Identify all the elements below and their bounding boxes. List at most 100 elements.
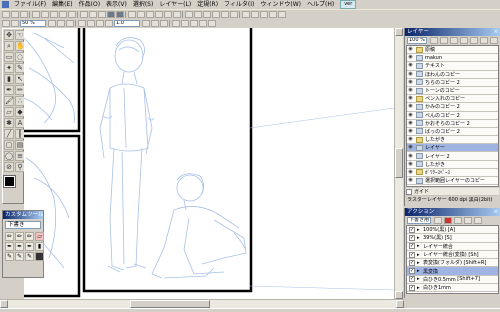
guide-icon[interactable] bbox=[164, 11, 172, 18]
app-icon[interactable] bbox=[2, 1, 9, 8]
antialias-icon[interactable] bbox=[48, 20, 56, 27]
window-action-icon[interactable] bbox=[260, 11, 268, 18]
version-badge[interactable]: ver bbox=[340, 0, 357, 9]
tone-icon[interactable] bbox=[107, 11, 115, 18]
perspective-icon[interactable] bbox=[87, 20, 95, 27]
custom-pencil-icon[interactable]: ✏ bbox=[25, 232, 34, 241]
layer-delete-icon[interactable] bbox=[137, 11, 145, 18]
pattern-brush-icon[interactable]: ✱ bbox=[4, 118, 14, 128]
layer-opacity-select[interactable]: 100 % bbox=[407, 37, 427, 44]
guide-checkbox[interactable] bbox=[406, 188, 412, 195]
stop-icon[interactable] bbox=[434, 217, 442, 224]
action-set-select[interactable]: 下書き用 bbox=[407, 217, 431, 224]
guide-row[interactable]: ガイド bbox=[406, 188, 499, 197]
color-black-icon[interactable] bbox=[142, 20, 150, 27]
visibility-eye-icon[interactable]: ◉ bbox=[407, 46, 414, 53]
undo-icon[interactable] bbox=[32, 11, 40, 18]
eraser-option-icon[interactable] bbox=[199, 20, 207, 27]
duplicate-layer-icon[interactable] bbox=[450, 37, 458, 44]
layer-row[interactable]: ◉ ペン入れのコピー bbox=[407, 95, 498, 104]
custom-eraser-icon[interactable]: ▱ bbox=[35, 232, 44, 241]
window-navigator-icon[interactable] bbox=[269, 11, 277, 18]
color-white-icon[interactable] bbox=[151, 20, 159, 27]
visibility-eye-icon[interactable]: ◉ bbox=[407, 161, 414, 168]
delete-action-icon[interactable] bbox=[474, 217, 482, 224]
layer-row-active[interactable]: ◉ レイヤー bbox=[407, 144, 498, 153]
frame-tool-icon[interactable]: ▢ bbox=[4, 140, 14, 150]
line-tool-icon[interactable]: ╱ bbox=[4, 129, 14, 139]
flip-icon[interactable] bbox=[221, 11, 229, 18]
grid-icon[interactable] bbox=[146, 11, 154, 18]
action-row-active[interactable]: ✓ ▸ 黒変換 bbox=[407, 267, 498, 276]
scroll-left-button[interactable] bbox=[0, 300, 8, 308]
fill-icon[interactable] bbox=[116, 11, 124, 18]
layer-new-icon[interactable] bbox=[128, 11, 136, 18]
eraser-icon[interactable]: ▱ bbox=[4, 107, 14, 117]
layer-row[interactable]: ◉ トーンのコピー bbox=[407, 86, 498, 96]
custom-tools-title[interactable]: カスタムツール bbox=[3, 211, 43, 219]
action-row[interactable]: ✓ ▸ レイヤー統合 bbox=[407, 242, 498, 251]
ruler-icon[interactable] bbox=[155, 11, 163, 18]
action-checkbox[interactable]: ✓ bbox=[409, 226, 415, 233]
hand-icon[interactable] bbox=[230, 11, 238, 18]
action-checkbox[interactable]: ✓ bbox=[409, 251, 415, 258]
custom-tools-set-select[interactable]: 下書き bbox=[5, 221, 41, 229]
custom-marker-icon[interactable]: ▮ bbox=[35, 242, 44, 251]
visibility-eye-icon[interactable]: ◉ bbox=[407, 79, 414, 86]
custom-pen-icon[interactable]: ✒ bbox=[5, 242, 14, 251]
layer-row[interactable]: ◉ テキスト bbox=[407, 62, 498, 71]
brush-size-select[interactable]: 1.0 bbox=[114, 20, 140, 27]
action-checkbox[interactable]: ✓ bbox=[409, 284, 415, 291]
new-action-icon[interactable] bbox=[464, 217, 472, 224]
visibility-eye-icon[interactable]: ◉ bbox=[407, 112, 414, 119]
layer-row[interactable]: ◉ ちらのコピー 2 bbox=[407, 78, 498, 87]
main-color-swatch[interactable] bbox=[3, 175, 16, 188]
manga-page-canvas[interactable] bbox=[24, 28, 394, 299]
invert-selection-icon[interactable] bbox=[98, 11, 106, 18]
cut-icon[interactable] bbox=[50, 11, 58, 18]
lock-icon[interactable] bbox=[470, 37, 478, 44]
scroll-up-button[interactable] bbox=[395, 28, 403, 36]
visibility-eye-icon[interactable]: ◉ bbox=[407, 120, 414, 127]
snap-option-icon[interactable] bbox=[105, 20, 113, 27]
layer-row[interactable]: ◉ ほわんのコピー bbox=[407, 70, 498, 79]
layer-row[interactable]: ◉ したがき bbox=[407, 136, 498, 145]
canvas-horizontal-scrollbar[interactable] bbox=[0, 299, 404, 308]
new-folder-icon[interactable] bbox=[440, 37, 448, 44]
zoom-out-icon[interactable] bbox=[194, 11, 202, 18]
marker-icon[interactable]: ▮ bbox=[4, 74, 14, 84]
layer-row[interactable]: ◉ ぺんのコピー 2 bbox=[407, 111, 498, 120]
action-panel-titlebar[interactable]: アクション × bbox=[405, 208, 500, 216]
mask-icon[interactable] bbox=[480, 37, 488, 44]
action-checkbox[interactable]: ✓ bbox=[409, 268, 415, 275]
color-swatches[interactable] bbox=[3, 175, 22, 191]
pen-tool-icon[interactable]: ✒ bbox=[4, 85, 14, 95]
action-row[interactable]: ✓ ▸ 100%(黒) [A] bbox=[407, 226, 498, 235]
custom-pen-icon[interactable]: ✒ bbox=[25, 242, 34, 251]
blend-icon[interactable] bbox=[208, 20, 216, 27]
action-checkbox[interactable]: ✓ bbox=[409, 276, 415, 283]
copy-icon[interactable] bbox=[59, 11, 67, 18]
custom-pen-icon[interactable]: ✒ bbox=[15, 242, 24, 251]
layer-row[interactable]: ◉ makun bbox=[407, 54, 498, 63]
visibility-eye-icon[interactable]: ◉ bbox=[407, 144, 414, 151]
layer-row[interactable]: ◉ レイヤー 2 bbox=[407, 152, 498, 161]
deselect-icon[interactable] bbox=[89, 11, 97, 18]
layer-panel-titlebar[interactable]: レイヤー × bbox=[405, 28, 500, 36]
menu-help[interactable]: ヘルプ(H) bbox=[304, 0, 337, 10]
action-row[interactable]: ✓ ▸ レイヤー統合(変換) [Sh] bbox=[407, 250, 498, 260]
zoom-in-icon[interactable] bbox=[185, 11, 193, 18]
layer-row[interactable]: ◉ したがき bbox=[407, 160, 498, 169]
zoom-select[interactable]: 50 % bbox=[20, 20, 46, 27]
visibility-eye-icon[interactable]: ◉ bbox=[407, 128, 414, 135]
new-file-icon[interactable] bbox=[2, 11, 10, 18]
delete-layer-icon[interactable] bbox=[490, 37, 498, 44]
rect-select-icon[interactable]: ▭ bbox=[4, 52, 14, 62]
layer-row[interactable]: ◉ 選択範囲レイヤーのコピー bbox=[407, 177, 498, 186]
stroke-icon[interactable] bbox=[172, 20, 180, 27]
rotate-icon[interactable] bbox=[212, 11, 220, 18]
close-icon[interactable]: × bbox=[493, 28, 500, 36]
menu-layer[interactable]: レイヤー(L) bbox=[156, 0, 194, 10]
menu-filter[interactable]: フィルタ(I) bbox=[221, 0, 257, 10]
visibility-eye-icon[interactable]: ◉ bbox=[407, 95, 414, 102]
